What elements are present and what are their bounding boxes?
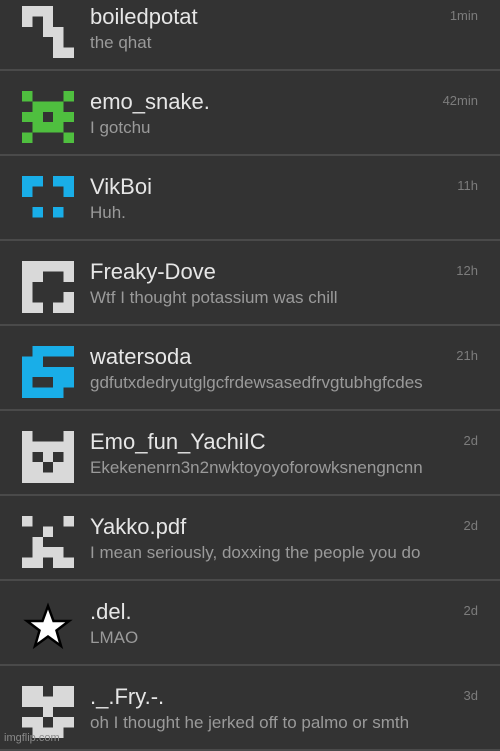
conversation-name: emo_snake. <box>90 89 210 114</box>
conversation-time: 2d <box>463 603 478 618</box>
conversation-time: 11h <box>457 178 478 193</box>
conversation-preview: Huh. <box>90 203 126 222</box>
conversation-row[interactable]: Freaky-Dove Wtf I thought potassium was … <box>0 241 500 326</box>
conversation-list: boiledpotat the qhat 1min emo_snake. I g… <box>0 0 500 751</box>
conversation-time: 2d <box>463 518 478 533</box>
conversation-row[interactable]: emo_snake. I gotchu 42min <box>0 71 500 156</box>
conversation-name: boiledpotat <box>90 4 198 29</box>
conversation-preview: the qhat <box>90 33 152 52</box>
conversation-row[interactable]: ._.Fry.-. oh I thought he jerked off to … <box>0 666 500 751</box>
conversation-row[interactable]: Emo_fun_YachiIC Ekekenenrn3n2nwktoyoyofo… <box>0 411 500 496</box>
conversation-name: watersoda <box>90 344 192 369</box>
identicon-icon <box>22 6 74 58</box>
conversation-preview: oh I thought he jerked off to palmo or s… <box>90 713 410 732</box>
identicon-icon <box>22 261 74 313</box>
identicon-icon <box>22 346 74 398</box>
conversation-name: Freaky-Dove <box>90 259 216 284</box>
conversation-row[interactable]: Yakko.pdf I mean seriously, doxxing the … <box>0 496 500 581</box>
conversation-name: Yakko.pdf <box>90 514 187 539</box>
watermark: imgflip.com <box>4 732 60 744</box>
conversation-preview: Ekekenenrn3n2nwktoyoyoforowksnengncnn <box>90 458 423 477</box>
conversation-name: Emo_fun_YachiIC <box>90 429 266 454</box>
conversation-name: ._.Fry.-. <box>90 684 165 709</box>
conversation-time: 21h <box>456 348 478 363</box>
star-icon <box>22 601 74 653</box>
conversation-time: 12h <box>456 263 478 278</box>
identicon-icon <box>22 176 74 228</box>
conversation-time: 1min <box>449 8 478 23</box>
conversation-preview: I gotchu <box>90 118 151 137</box>
conversation-name: VikBoi <box>90 174 152 199</box>
conversation-preview: Wtf I thought potassium was chill <box>90 288 338 307</box>
conversation-preview: LMAO <box>90 628 139 647</box>
identicon-icon <box>22 431 74 483</box>
conversation-time: 2d <box>463 433 478 448</box>
identicon-icon <box>22 91 74 143</box>
conversation-name: .del. <box>90 599 132 624</box>
conversation-row[interactable]: boiledpotat the qhat 1min <box>0 0 500 71</box>
identicon-icon <box>22 686 74 738</box>
conversation-time: 3d <box>463 688 478 703</box>
conversation-time: 42min <box>442 93 478 108</box>
conversation-row[interactable]: .del. LMAO 2d <box>0 581 500 666</box>
identicon-icon <box>22 516 74 568</box>
conversation-preview: I mean seriously, doxxing the people you… <box>90 543 421 562</box>
conversation-row[interactable]: watersoda gdfutxdedryutglgcfrdewsasedfrv… <box>0 326 500 411</box>
conversation-preview: gdfutxdedryutglgcfrdewsasedfrvgtubhgfcde… <box>90 373 423 392</box>
conversation-row[interactable]: VikBoi Huh. 11h <box>0 156 500 241</box>
